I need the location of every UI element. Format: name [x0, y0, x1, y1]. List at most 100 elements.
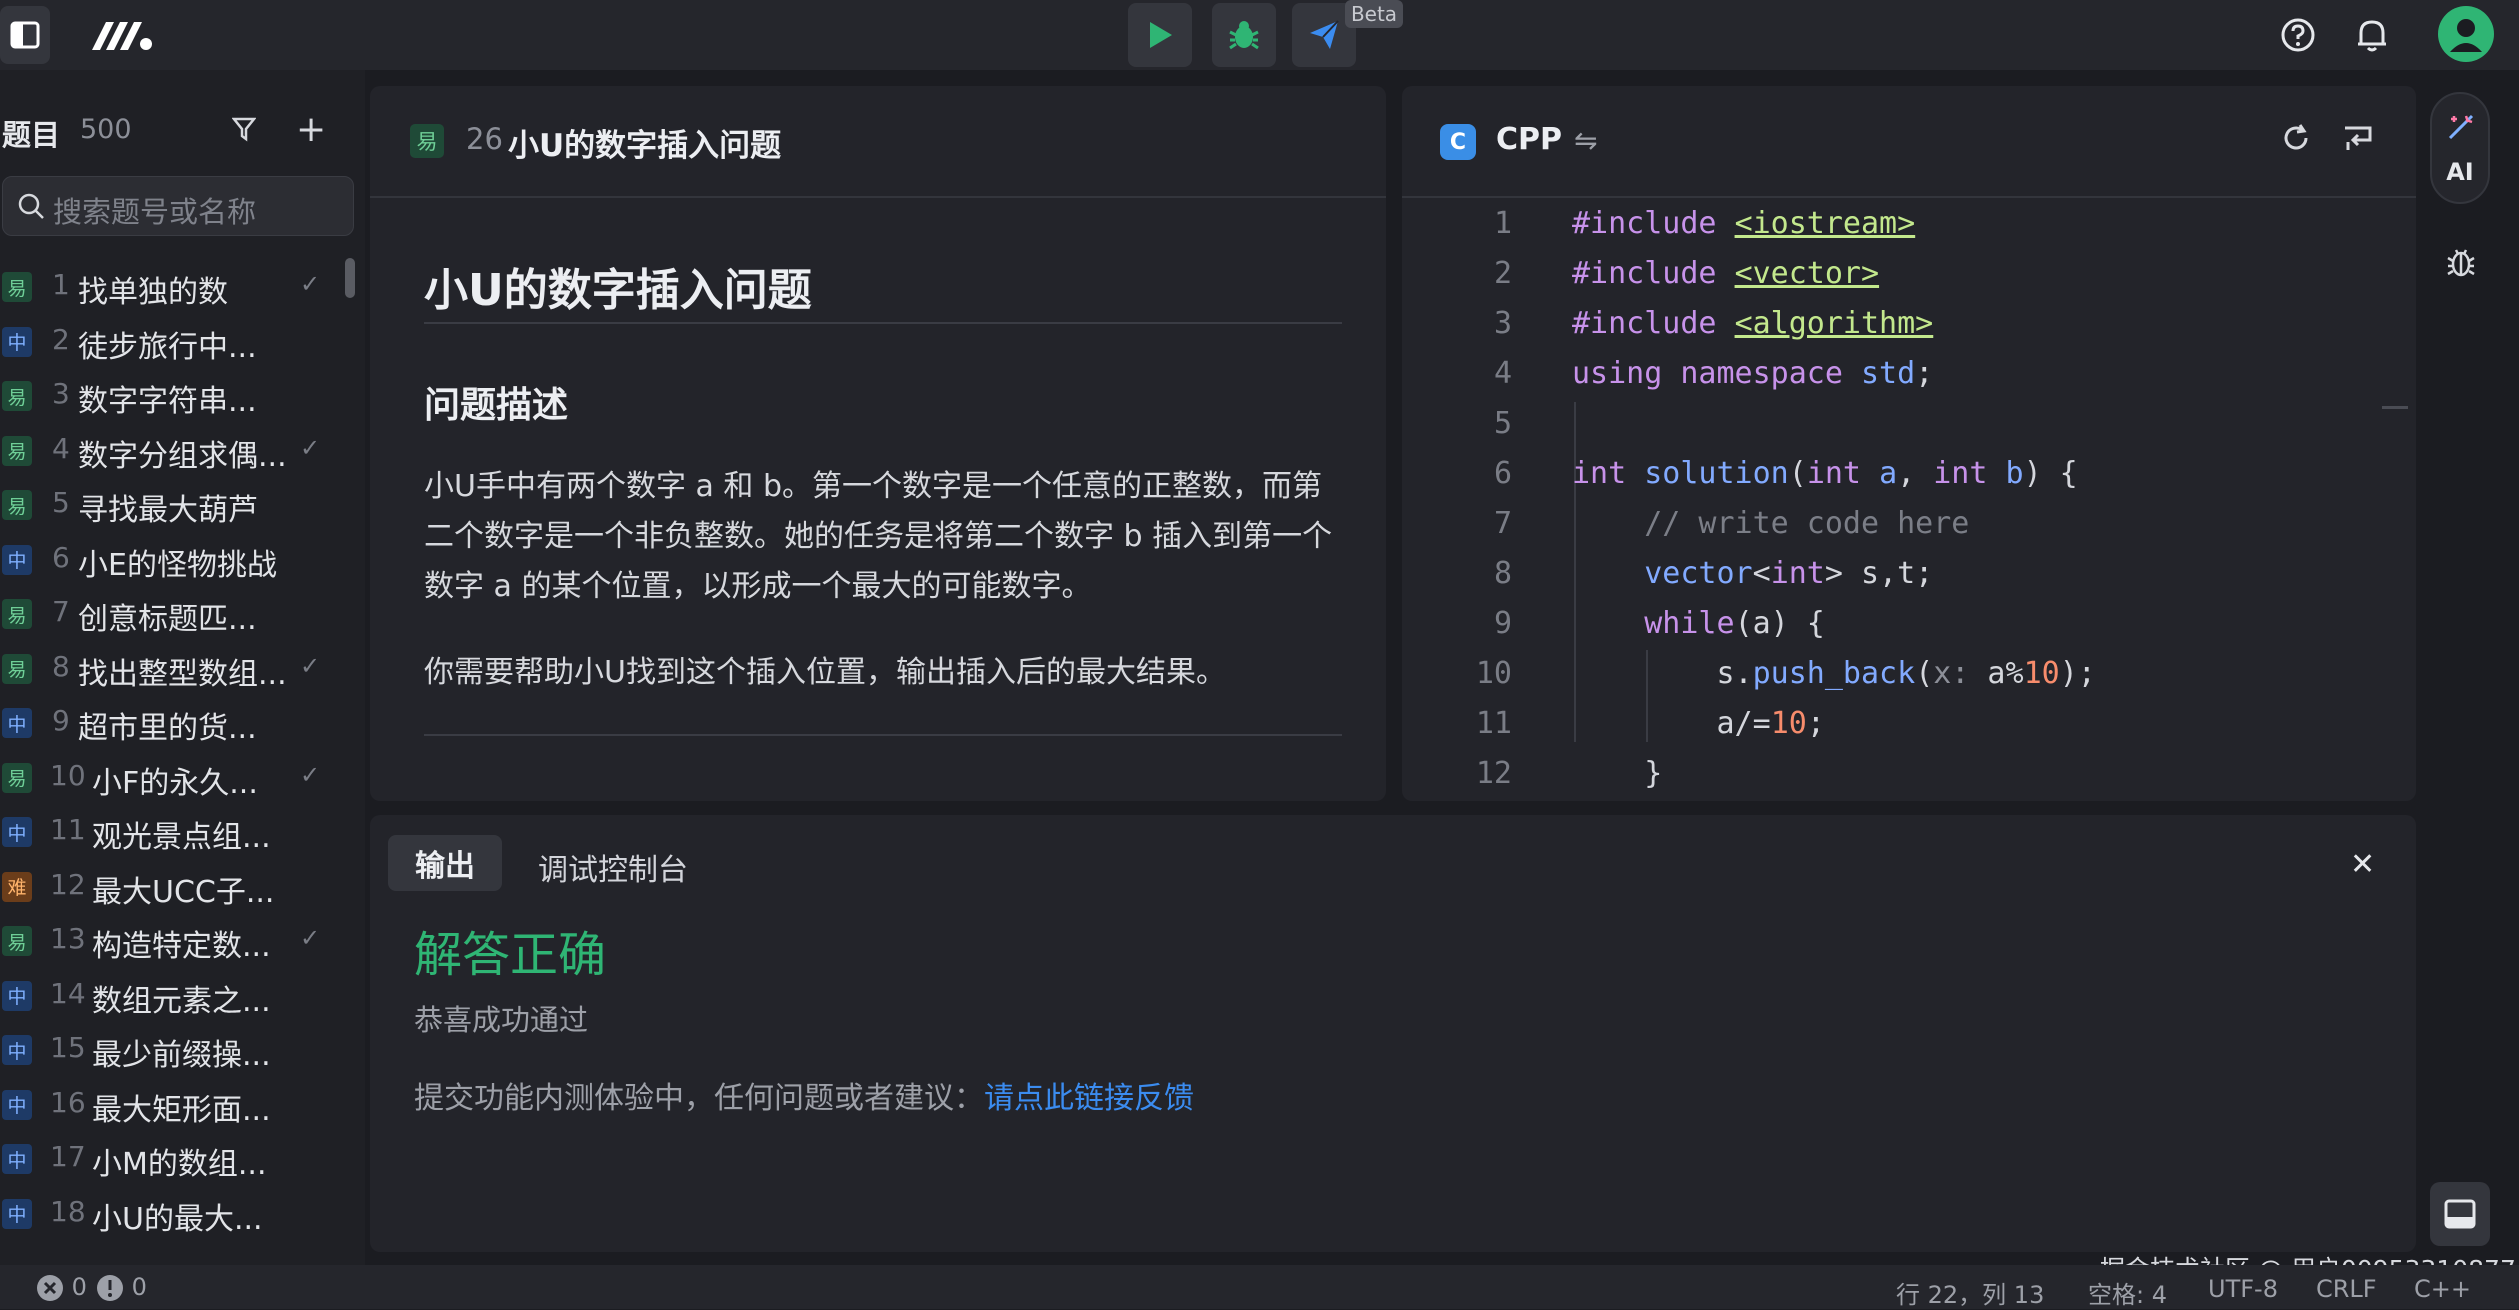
error-icon: [37, 1275, 63, 1301]
line-number: 12: [1475, 756, 1512, 791]
problem-list-item[interactable]: 中 9 超市里的货...: [0, 696, 340, 750]
problem-name: 小U的最大...: [92, 1201, 263, 1237]
problem-name: 数字字符串...: [78, 384, 257, 419]
problem-name: 找出整型数组...: [78, 656, 287, 692]
panel-icon: [2444, 1199, 2476, 1229]
problem-list-item[interactable]: 易 13 构造特定数... ✓: [0, 914, 340, 968]
problem-number: 26: [466, 122, 503, 156]
problem-list-item[interactable]: 易 3 数字字符串...: [0, 369, 340, 423]
problem-list-item[interactable]: 中 18 小U的最大...: [0, 1187, 340, 1241]
encoding-setting[interactable]: UTF-8: [2208, 1275, 2278, 1303]
solved-check-icon: ✓: [300, 433, 321, 462]
filter-button[interactable]: [231, 116, 257, 146]
toggle-panel-button[interactable]: [2430, 1182, 2490, 1246]
line-number: 9: [1493, 606, 1512, 641]
problem-list-item[interactable]: 中 14 数组元素之...: [0, 969, 340, 1023]
difficulty-badge: 易: [2, 599, 32, 629]
help-button[interactable]: [2276, 13, 2320, 57]
editor-scrollbar[interactable]: [2382, 406, 2408, 409]
problem-list-item[interactable]: 中 17 小M的数组...: [0, 1132, 340, 1186]
close-icon: ✕: [2350, 847, 2376, 882]
solved-check-icon: ✓: [300, 760, 321, 789]
difficulty-badge: 易: [2, 926, 32, 956]
problem-name: 徒步旅行中...: [78, 329, 257, 365]
problem-number: 7: [52, 595, 70, 628]
problem-number: 10: [50, 758, 86, 792]
code-line: #include <iostream>: [1572, 206, 1916, 241]
problem-name: 小E的怪物挑战: [78, 547, 277, 583]
problem-number: 14: [50, 976, 86, 1010]
tab-debug-console[interactable]: 调试控制台: [538, 845, 688, 889]
problem-list-item[interactable]: 易 7 创意标题匹...: [0, 587, 340, 641]
search-input[interactable]: 搜索题号或名称: [2, 176, 354, 236]
switch-language-icon[interactable]: ⇋: [1574, 124, 1597, 157]
sidebar-toggle-icon: [10, 21, 40, 49]
problem-list-item[interactable]: 中 11 观光景点组...: [0, 805, 340, 859]
tab-output[interactable]: 输出: [388, 835, 502, 891]
error-indicator[interactable]: 0: [36, 1273, 87, 1302]
problem-number: 3: [52, 377, 70, 410]
problem-list-item[interactable]: 易 4 数字分组求偶... ✓: [0, 424, 340, 478]
problem-list-item[interactable]: 易 8 找出整型数组... ✓: [0, 642, 340, 696]
close-output-button[interactable]: ✕: [2350, 847, 2375, 882]
debug-tool-button[interactable]: [2444, 244, 2478, 284]
marscode-logo[interactable]: [88, 14, 154, 60]
problem-name: 数组元素之...: [92, 983, 271, 1019]
code-line: }: [1572, 756, 1663, 791]
add-button[interactable]: +: [296, 112, 326, 148]
cursor-position[interactable]: 行 22，列 13: [1896, 1275, 2044, 1310]
indent-setting[interactable]: 空格: 4: [2088, 1275, 2167, 1310]
ai-assistant-button[interactable]: AI: [2430, 92, 2490, 204]
problem-number: 15: [50, 1031, 86, 1064]
problem-name: 小F的永久...: [92, 765, 258, 801]
problem-number: 12: [50, 867, 86, 901]
feedback-link[interactable]: 请点此链接反馈: [984, 1081, 1194, 1116]
problem-list-item[interactable]: 中 2 徒步旅行中...: [0, 315, 340, 369]
solved-check-icon: ✓: [300, 924, 321, 952]
problem-list-item[interactable]: 中 6 小E的怪物挑战: [0, 533, 340, 587]
refresh-icon: [2284, 124, 2308, 150]
error-count: 0: [71, 1273, 87, 1301]
bell-icon: [2358, 20, 2386, 52]
sidebar-scrollbar[interactable]: [345, 258, 355, 298]
code-line: s.push_back(x: a%10);: [1572, 656, 2096, 691]
user-icon: [2450, 19, 2482, 52]
difficulty-badge: 易: [2, 653, 32, 684]
problem-heading: 小U的数字插入问题: [424, 265, 812, 316]
warning-count: 0: [131, 1273, 147, 1301]
problem-count: 500: [80, 114, 132, 145]
beta-badge: Beta: [1345, 0, 1403, 28]
difficulty-badge: 易: [410, 124, 444, 158]
problem-name: 寻找最大葫芦: [78, 493, 258, 528]
section-heading: 问题描述: [424, 385, 569, 426]
language-mode[interactable]: C++: [2414, 1275, 2471, 1303]
format-button[interactable]: [2342, 122, 2374, 158]
code-line: // write code here: [1644, 506, 1970, 541]
eol-setting[interactable]: CRLF: [2316, 1275, 2377, 1303]
code-line: #include <algorithm>: [1572, 306, 1934, 341]
code-line: while(a) {: [1644, 606, 1825, 641]
problem-name: 最少前缀操...: [92, 1038, 271, 1073]
avatar[interactable]: [2438, 6, 2494, 62]
editor-header: C CPP ⇋: [1402, 86, 2416, 198]
problem-list-item[interactable]: 易 5 寻找最大葫芦: [0, 478, 340, 532]
warning-indicator[interactable]: 0: [96, 1273, 147, 1302]
problem-list-item[interactable]: 中 16 最大矩形面...: [0, 1078, 340, 1132]
run-button[interactable]: [1128, 3, 1192, 67]
toggle-sidebar-button[interactable]: [0, 6, 50, 64]
reset-code-button[interactable]: [2280, 122, 2312, 158]
warning-icon: [97, 1275, 123, 1301]
solved-check-icon: ✓: [300, 651, 321, 680]
difficulty-badge: 中: [2, 980, 32, 1011]
problem-list-item[interactable]: 易 1 找单独的数 ✓: [0, 260, 340, 314]
problem-list-item[interactable]: 易 10 小F的永久... ✓: [0, 751, 340, 805]
problem-name: 创意标题匹...: [78, 602, 257, 637]
problem-list-item[interactable]: 难 12 最大UCC子...: [0, 860, 340, 914]
search-icon: [18, 193, 44, 219]
debug-button[interactable]: [1212, 3, 1276, 67]
problem-name: 数字分组求偶...: [78, 438, 287, 474]
difficulty-badge: 中: [2, 1198, 32, 1229]
notifications-button[interactable]: [2350, 13, 2394, 57]
problem-number: 5: [52, 486, 70, 519]
problem-list-item[interactable]: 中 15 最少前缀操...: [0, 1023, 340, 1077]
